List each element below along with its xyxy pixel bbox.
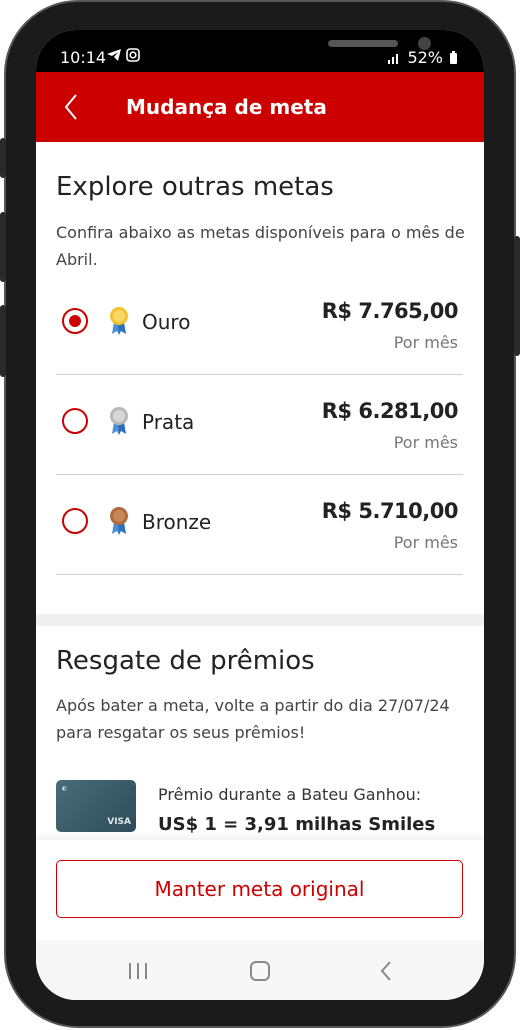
goal-option-prata[interactable]: Prata R$ 6.281,00 Por mês xyxy=(56,374,463,475)
section-divider xyxy=(36,614,484,626)
page-title: Mudança de meta xyxy=(126,95,327,119)
battery-percent: 52% xyxy=(407,48,443,67)
explore-description: Confira abaixo as metas disponíveis para… xyxy=(56,223,465,269)
nav-recent-apps-button[interactable] xyxy=(118,958,158,984)
phone-side-button-right xyxy=(514,236,520,356)
phone-side-button-left-bottom xyxy=(0,305,6,377)
app-header: Mudança de meta xyxy=(36,72,484,142)
option-label-prata: Prata xyxy=(142,410,195,434)
status-bar: 10:14 LTE 52% xyxy=(36,30,484,72)
phone-side-button-left-top xyxy=(0,138,6,178)
keep-original-goal-button[interactable]: Manter meta original xyxy=(56,860,463,918)
goal-option-bronze[interactable]: Bronze R$ 5.710,00 Por mês xyxy=(56,474,463,575)
option-period-bronze: Por mês xyxy=(393,533,458,552)
radio-prata[interactable] xyxy=(62,408,88,434)
system-navigation-bar xyxy=(36,940,484,1000)
instagram-icon xyxy=(126,48,141,62)
back-icon xyxy=(380,961,391,981)
signal-icon xyxy=(388,54,399,64)
front-camera xyxy=(418,37,431,50)
radio-ouro[interactable] xyxy=(62,308,88,334)
status-left-icons xyxy=(106,48,141,66)
explore-title: Explore outras metas xyxy=(56,172,334,202)
prize-value: US$ 1 = 3,91 milhas Smiles xyxy=(158,814,436,835)
battery-icon xyxy=(450,50,457,64)
back-button[interactable] xyxy=(56,90,90,124)
nav-back-button[interactable] xyxy=(366,958,406,984)
goal-option-ouro[interactable]: Ouro R$ 7.765,00 Por mês xyxy=(56,274,463,375)
option-value-bronze: R$ 5.710,00 xyxy=(321,499,459,523)
recent-apps-icon xyxy=(129,963,147,979)
option-label-ouro: Ouro xyxy=(142,310,191,334)
status-time: 10:14 xyxy=(60,48,107,67)
option-value-prata: R$ 6.281,00 xyxy=(321,399,459,423)
rewards-title: Resgate de prêmios xyxy=(56,646,315,676)
camera-notch xyxy=(142,30,431,68)
rewards-description: Após bater a meta, volte a partir do dia… xyxy=(56,696,450,742)
credit-card-image: ◐ VISA xyxy=(56,780,136,832)
home-icon xyxy=(250,961,270,981)
option-value-ouro: R$ 7.765,00 xyxy=(321,299,459,323)
prize-label: Prêmio durante a Bateu Ganhou: xyxy=(158,785,422,804)
gold-medal-icon xyxy=(110,307,128,335)
chevron-left-icon xyxy=(64,94,77,120)
option-label-bronze: Bronze xyxy=(142,510,212,534)
bronze-medal-icon xyxy=(110,507,128,535)
radio-bronze[interactable] xyxy=(62,508,88,534)
phone-side-button-left-mid xyxy=(0,212,6,282)
option-period-prata: Por mês xyxy=(393,433,458,452)
card-brand: VISA xyxy=(107,817,131,827)
silver-medal-icon xyxy=(110,407,128,435)
telegram-icon xyxy=(107,49,121,61)
option-period-ouro: Por mês xyxy=(393,333,458,352)
card-bank-logo: ◐ xyxy=(62,785,68,792)
nav-home-button[interactable] xyxy=(240,958,280,984)
screen: 10:14 LTE 52% Mudança de meta Explore ou… xyxy=(36,30,484,1000)
speaker-grille xyxy=(328,40,398,47)
footer-bar: Manter meta original xyxy=(36,840,484,940)
